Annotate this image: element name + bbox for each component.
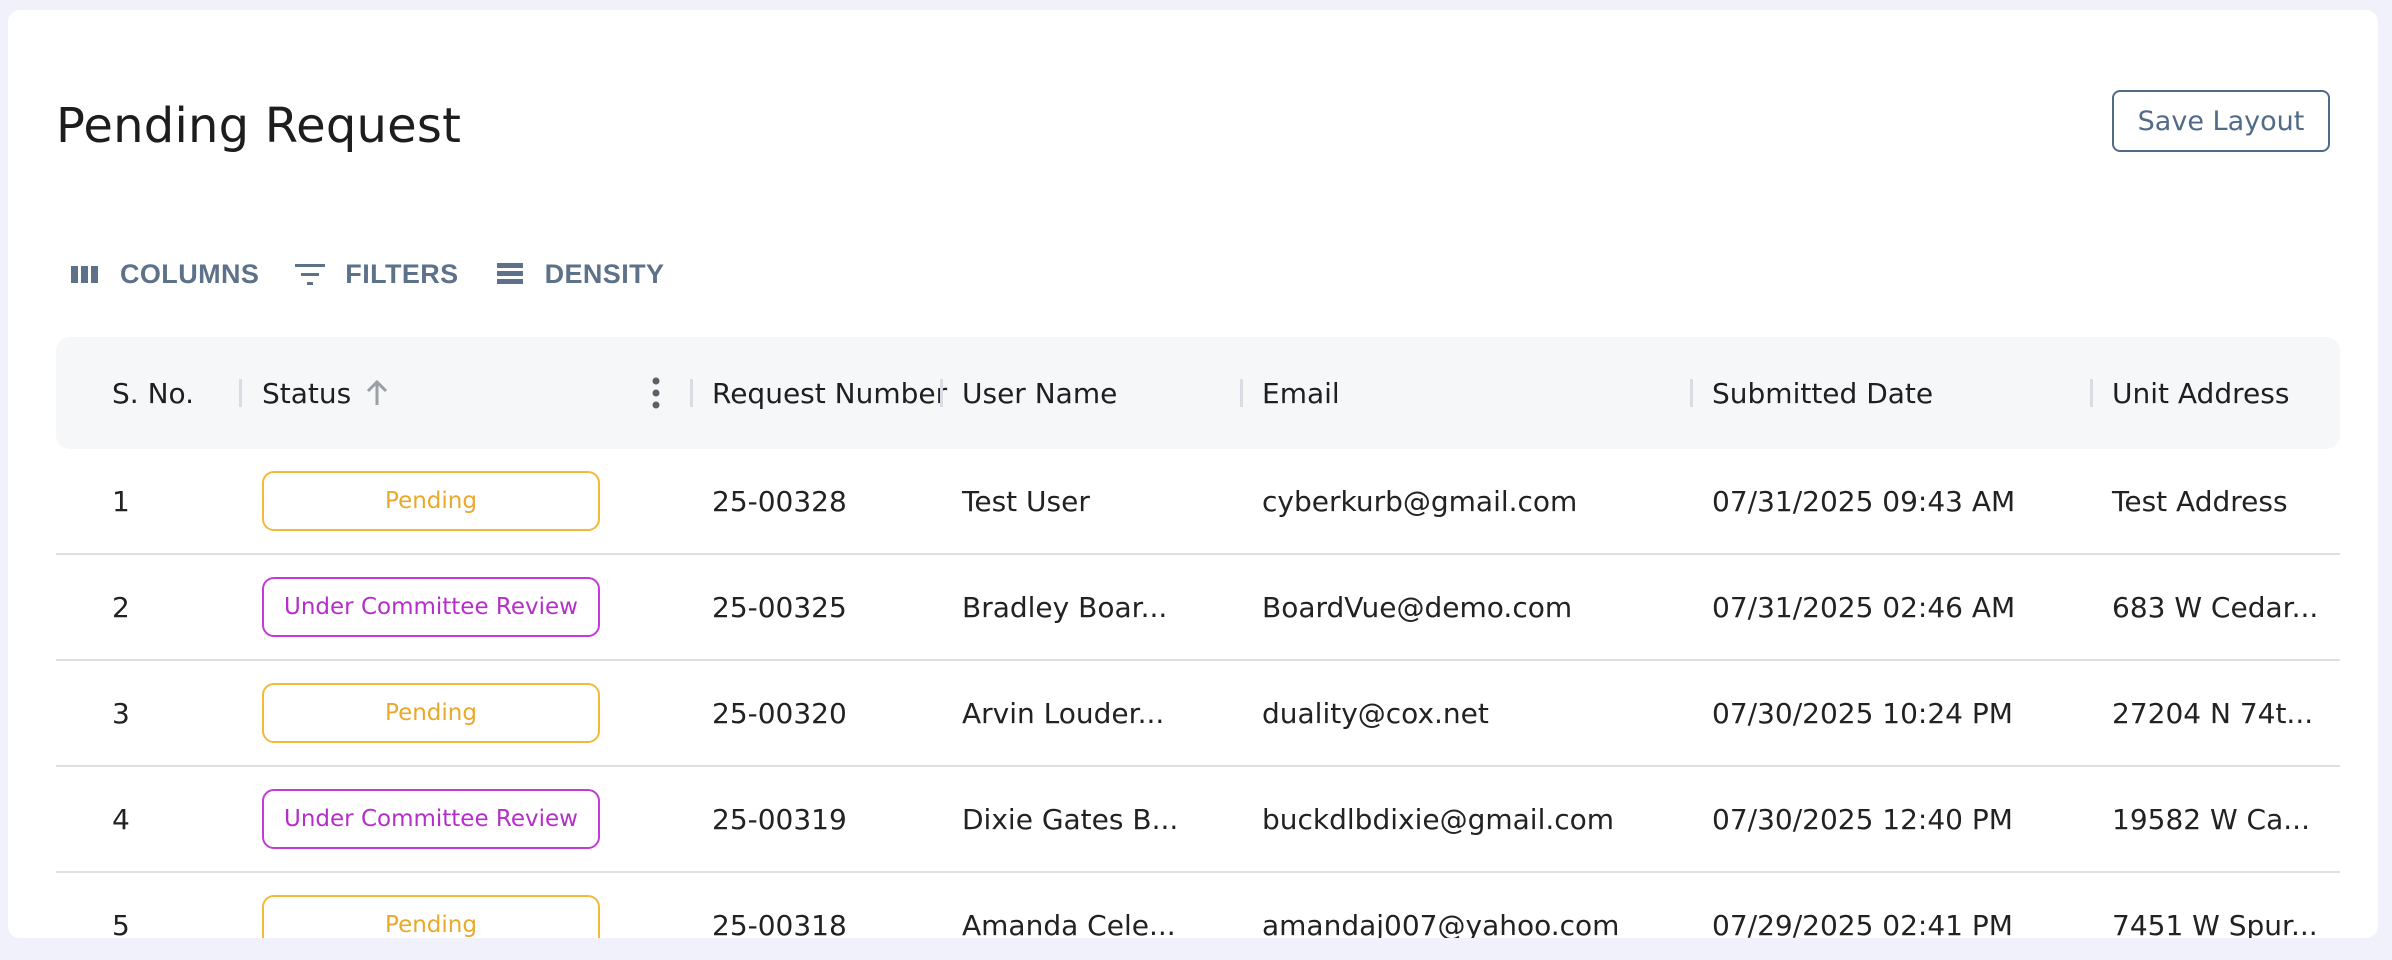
cell-submitted-date: 07/31/2025 09:43 AM	[1712, 484, 2016, 518]
cell-sno: 1	[112, 484, 130, 518]
columns-button[interactable]: COLUMNS	[70, 259, 259, 290]
cell-request-number: 25-00318	[712, 908, 847, 939]
cell-sno: 2	[112, 590, 130, 624]
cell-unit-address: 683 W Cedar...	[2112, 590, 2319, 624]
page-title: Pending Request	[56, 98, 462, 154]
status-badge[interactable]: Under Committee Review	[262, 577, 600, 637]
table-body: 1 Pending 25-00328 Test User cyberkurb@g…	[56, 449, 2340, 938]
column-separator[interactable]	[1690, 379, 1693, 407]
column-separator[interactable]	[940, 379, 943, 407]
cell-unit-address: Test Address	[2112, 484, 2288, 518]
status-badge[interactable]: Pending	[262, 895, 600, 938]
density-label: DENSITY	[544, 258, 665, 289]
status-badge[interactable]: Under Committee Review	[262, 789, 600, 849]
filter-icon	[295, 259, 326, 289]
cell-unit-address: 27204 N 74t...	[2112, 696, 2314, 730]
table-row[interactable]: 2 Under Committee Review 25-00325 Bradle…	[56, 555, 2340, 661]
table-row[interactable]: 4 Under Committee Review 25-00319 Dixie …	[56, 767, 2340, 873]
columns-label: COLUMNS	[120, 258, 260, 289]
column-header-request-number[interactable]: Request Number	[712, 337, 947, 449]
filters-button[interactable]: FILTERS	[295, 259, 458, 290]
table-header: S. No. Status Request Number User Name E…	[56, 337, 2340, 449]
column-header-email[interactable]: Email	[1262, 337, 1340, 449]
cell-user-name: Amanda Cele...	[962, 908, 1176, 939]
column-separator[interactable]	[690, 379, 693, 407]
cell-request-number: 25-00328	[712, 484, 847, 518]
cell-email: BoardVue@demo.com	[1262, 590, 1573, 624]
cell-request-number: 25-00320	[712, 696, 847, 730]
status-badge[interactable]: Pending	[262, 683, 600, 743]
cell-user-name: Dixie Gates B...	[962, 802, 1179, 836]
density-button[interactable]: DENSITY	[495, 259, 665, 290]
cell-email: duality@cox.net	[1262, 696, 1489, 730]
page-card: Pending Request Save Layout COLUMNS FILT…	[8, 10, 2378, 938]
cell-user-name: Test User	[962, 484, 1090, 518]
cell-unit-address: 19582 W Ca...	[2112, 802, 2310, 836]
table-row[interactable]: 3 Pending 25-00320 Arvin Louder... duali…	[56, 661, 2340, 767]
cell-sno: 4	[112, 802, 130, 836]
cell-email: amandaj007@yahoo.com	[1262, 908, 1620, 939]
arrow-up-icon[interactable]	[365, 379, 389, 407]
density-icon	[495, 259, 525, 289]
grid-toolbar: COLUMNS FILTERS DENSITY	[70, 252, 700, 296]
save-layout-button[interactable]: Save Layout	[2112, 90, 2330, 152]
column-header-unit-address[interactable]: Unit Address	[2112, 337, 2289, 449]
cell-request-number: 25-00325	[712, 590, 847, 624]
column-header-user-name[interactable]: User Name	[962, 337, 1117, 449]
columns-icon	[70, 259, 100, 289]
column-header-submitted-date[interactable]: Submitted Date	[1712, 337, 1933, 449]
filters-label: FILTERS	[345, 258, 459, 289]
cell-email: buckdlbdixie@gmail.com	[1262, 802, 1615, 836]
column-separator[interactable]	[1240, 379, 1243, 407]
cell-sno: 5	[112, 908, 130, 939]
cell-user-name: Bradley Boar...	[962, 590, 1168, 624]
cell-unit-address: 7451 W Spur...	[2112, 908, 2318, 939]
status-badge[interactable]: Pending	[262, 471, 600, 531]
cell-submitted-date: 07/31/2025 02:46 AM	[1712, 590, 2016, 624]
table-row[interactable]: 1 Pending 25-00328 Test User cyberkurb@g…	[56, 449, 2340, 555]
cell-email: cyberkurb@gmail.com	[1262, 484, 1578, 518]
column-separator[interactable]	[239, 379, 242, 407]
cell-submitted-date: 07/30/2025 10:24 PM	[1712, 696, 2013, 730]
column-separator[interactable]	[2090, 379, 2093, 407]
cell-user-name: Arvin Louder...	[962, 696, 1165, 730]
cell-submitted-date: 07/30/2025 12:40 PM	[1712, 802, 2013, 836]
column-header-status-label: Status	[262, 376, 352, 410]
table-row[interactable]: 5 Pending 25-00318 Amanda Cele... amanda…	[56, 873, 2340, 938]
requests-table: S. No. Status Request Number User Name E…	[56, 337, 2340, 938]
column-header-sno[interactable]: S. No.	[112, 337, 194, 449]
cell-request-number: 25-00319	[712, 802, 847, 836]
column-header-status[interactable]: Status	[262, 337, 389, 449]
cell-sno: 3	[112, 696, 130, 730]
cell-submitted-date: 07/29/2025 02:41 PM	[1712, 908, 2013, 939]
more-vertical-icon[interactable]	[649, 375, 663, 411]
